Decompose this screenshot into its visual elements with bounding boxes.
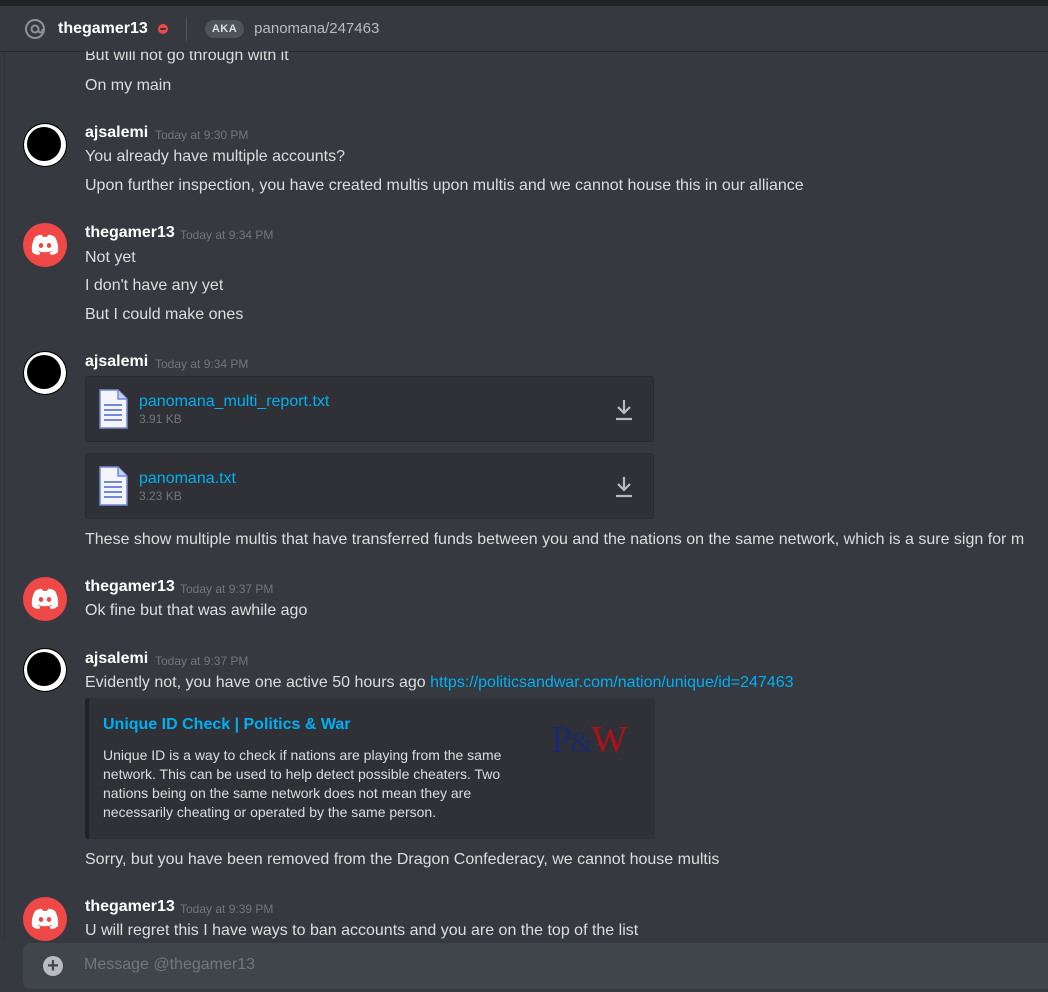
- message-line: Ok fine but that was awhile ago: [85, 602, 308, 619]
- message-author[interactable]: thegamer13: [85, 578, 175, 596]
- message-timestamp: Today at 9:37 PM: [155, 654, 249, 668]
- discord-logo-icon: [31, 588, 59, 609]
- message-line: U will regret this I have ways to ban ac…: [85, 922, 639, 939]
- file-attachment: panomana_multi_report.txt 3.91 KB: [85, 376, 654, 442]
- message-timestamp: Today at 9:34 PM: [180, 228, 274, 242]
- file-name-link[interactable]: panomana.txt: [139, 470, 236, 488]
- avatar[interactable]: [23, 648, 67, 692]
- message-line: Not yet: [85, 249, 136, 266]
- message-line: Sorry, but you have been removed from th…: [85, 851, 720, 868]
- message-list[interactable]: But will not go through with it On my ma…: [0, 51, 1048, 941]
- at-icon: [24, 18, 46, 40]
- header-divider: [185, 16, 187, 41]
- message-line: But I could make ones: [85, 306, 244, 323]
- file-icon: [98, 466, 128, 511]
- message-author[interactable]: thegamer13: [85, 898, 175, 916]
- message-input-placeholder: Message @thegamer13: [84, 956, 255, 973]
- message-line: On my main: [85, 77, 172, 94]
- message-line: Evidently not, you have one active 50 ho…: [85, 674, 793, 692]
- message-line: These show multiple multis that have tra…: [85, 531, 1025, 548]
- file-name-link[interactable]: panomana_multi_report.txt: [139, 393, 329, 411]
- embed-title-link[interactable]: Unique ID Check | Politics & War: [103, 716, 350, 734]
- message-timestamp: Today at 9:34 PM: [155, 357, 249, 371]
- dnd-status-icon: [157, 23, 168, 34]
- file-size: 3.91 KB: [139, 412, 182, 426]
- avatar[interactable]: [23, 577, 67, 621]
- aka-names: panomana/247463: [254, 20, 380, 37]
- message-line: Upon further inspection, you have create…: [85, 177, 804, 194]
- embed-description: Unique ID is a way to check if nations a…: [103, 747, 502, 820]
- message-line: You already have multiple accounts?: [85, 148, 346, 165]
- discord-logo-icon: [31, 234, 59, 255]
- message-author[interactable]: ajsalemi: [85, 650, 148, 668]
- avatar[interactable]: [23, 123, 67, 167]
- embed-thumbnail[interactable]: P&W: [551, 720, 635, 760]
- message-timestamp: Today at 9:37 PM: [180, 582, 274, 596]
- link-embed: Unique ID Check | Politics & War Unique …: [85, 698, 655, 839]
- message-author[interactable]: ajsalemi: [85, 353, 148, 371]
- discord-logo-icon: [31, 908, 59, 929]
- download-icon[interactable]: [613, 398, 635, 427]
- message-author[interactable]: thegamer13: [85, 224, 175, 242]
- avatar[interactable]: [23, 223, 67, 267]
- message-text: Evidently not, you have one active 50 ho…: [85, 674, 431, 691]
- header-username[interactable]: thegamer13: [58, 20, 148, 38]
- message-timestamp: Today at 9:39 PM: [180, 902, 274, 916]
- avatar[interactable]: [23, 897, 67, 941]
- file-icon: [98, 389, 128, 434]
- message-line: But will not go through with it: [85, 51, 289, 64]
- message-input[interactable]: + Message @thegamer13: [23, 943, 1048, 989]
- download-icon[interactable]: [613, 475, 635, 504]
- divider: [4, 51, 5, 941]
- message-line: I don't have any yet: [85, 277, 224, 294]
- dm-header: thegamer13 AKA panomana/247463: [0, 6, 1048, 51]
- message-author[interactable]: ajsalemi: [85, 124, 148, 142]
- message-timestamp: Today at 9:30 PM: [155, 128, 249, 142]
- file-attachment: panomana.txt 3.23 KB: [85, 453, 654, 519]
- file-size: 3.23 KB: [139, 489, 182, 503]
- avatar[interactable]: [23, 351, 67, 395]
- message-link[interactable]: https://politicsandwar.com/nation/unique…: [430, 674, 793, 691]
- aka-badge: AKA: [204, 19, 245, 38]
- add-attachment-icon[interactable]: +: [43, 956, 63, 976]
